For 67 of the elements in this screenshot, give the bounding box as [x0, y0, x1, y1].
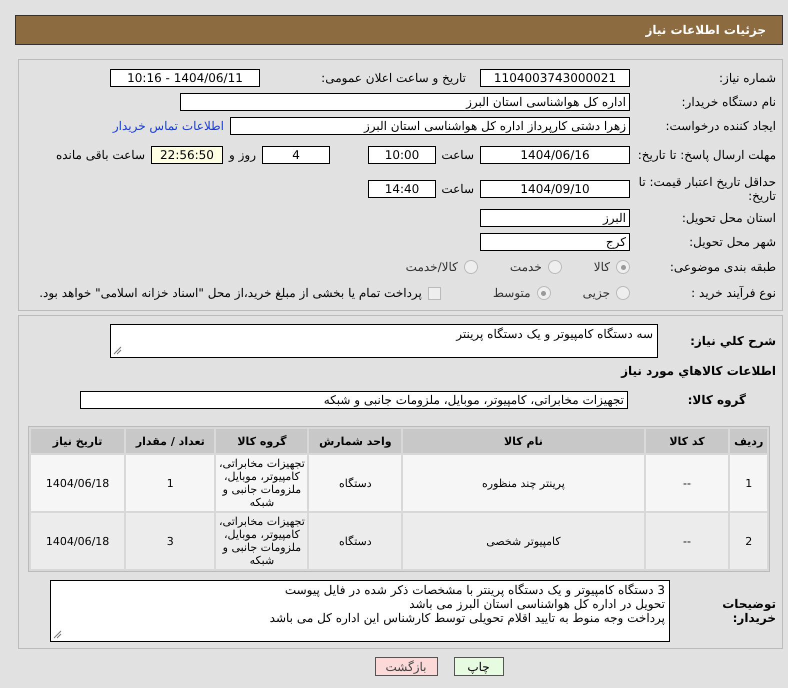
- column-header: کد کالا: [646, 429, 728, 453]
- table-cell: 1404/06/18: [31, 513, 124, 569]
- column-header: ردیف: [730, 429, 767, 453]
- need-number-field[interactable]: 1104003743000021: [480, 69, 630, 87]
- table-cell: 3: [126, 513, 214, 569]
- field-label: مهلت ارسال پاسخ: تا تاریخ:: [636, 148, 776, 162]
- creator-field[interactable]: زهرا دشتی کارپرداز اداره کل هواشناسی استان البرز: [230, 117, 630, 135]
- category-radio[interactable]: کالا/خدمت: [406, 260, 478, 274]
- days-field[interactable]: 4: [262, 146, 330, 164]
- table-cell: دستگاه: [309, 455, 402, 511]
- buyer-field[interactable]: اداره کل هواشناسی استان البرز: [180, 93, 630, 111]
- remaining-label: ساعت باقی مانده: [56, 148, 145, 162]
- field-label: ایجاد کننده درخواست:: [664, 119, 776, 133]
- field-label: شماره نیاز:: [718, 71, 776, 85]
- column-header: تعداد / مقدار: [126, 429, 214, 453]
- field-label: گروه کالا:: [686, 393, 747, 407]
- field-label: طبقه بندی موضوعی:: [668, 260, 776, 274]
- notes-textarea[interactable]: 3 دستگاه کامپیوتر و یک دستگاه پرینتر با مشخصات ذکر شده در فایل پیوست تحویل در اداره کل هواشناسی استان البرز می باشد پرداخت وجه منوط به تایید اقلام تحویلی توسط کارشناس این اداره کل می باشد: [50, 580, 670, 642]
- goods-group-field[interactable]: تجهیزات مخابراتی، کامپیوتر، موبایل، ملزومات جانبی و شبکه: [80, 391, 628, 409]
- time-label: ساعت: [442, 182, 474, 196]
- column-header: نام کالا: [403, 429, 644, 453]
- column-header: گروه کالا: [216, 429, 308, 453]
- category-radio[interactable]: کالا: [594, 260, 630, 274]
- process-radio[interactable]: جزیی: [582, 286, 630, 300]
- field-label: استان محل تحویل:: [680, 211, 776, 225]
- field-label: نام دستگاه خریدار:: [680, 95, 776, 109]
- location-field[interactable]: کرج: [480, 233, 630, 251]
- section-heading: اطلاعات کالاهاي مورد نیاز: [620, 364, 776, 378]
- field-label: نوع فرآیند خرید :: [690, 286, 776, 300]
- table-cell: --: [646, 513, 728, 569]
- category-radio[interactable]: خدمت: [510, 260, 562, 274]
- resize-grip-icon[interactable]: [113, 346, 122, 355]
- field-label: حداقل تاریخ اعتبار قیمت: تا تاریخ:: [638, 175, 776, 203]
- table-cell: 2: [730, 513, 767, 569]
- resize-grip-icon[interactable]: [53, 630, 62, 639]
- time-label: ساعت: [442, 148, 474, 162]
- table-cell: تجهیزات مخابراتی، کامپیوتر، موبایل، ملزومات جانبی و شبکه: [216, 455, 308, 511]
- field-label: شرح کلي نياز:: [689, 334, 776, 348]
- field-label: تاریخ و ساعت اعلان عمومی:: [320, 71, 467, 85]
- remaining-time-field: 22:56:50: [151, 146, 223, 164]
- table-cell: 1: [126, 455, 214, 511]
- table-cell: تجهیزات مخابراتی، کامپیوتر، موبایل، ملزومات جانبی و شبکه: [216, 513, 308, 569]
- summary-textarea[interactable]: سه دستگاه کامپیوتر و یک دستگاه پرینتر: [110, 324, 658, 358]
- contact-link[interactable]: اطلاعات تماس خریدار: [112, 119, 224, 133]
- deadline-date-field[interactable]: 1404/06/16: [480, 146, 630, 164]
- treasury-checkbox[interactable]: [428, 286, 441, 300]
- back-button[interactable]: بازگشت: [374, 657, 438, 676]
- location-field[interactable]: البرز: [480, 209, 630, 227]
- table-cell: 1: [730, 455, 767, 511]
- print-button[interactable]: چاپ: [454, 657, 504, 676]
- table-cell: دستگاه: [309, 513, 402, 569]
- field-label: شهر محل تحویل:: [688, 235, 776, 249]
- validity-date-field[interactable]: 1404/09/10: [480, 180, 630, 198]
- days-label: روز و: [229, 148, 256, 162]
- column-header: واحد شمارش: [309, 429, 402, 453]
- process-radio[interactable]: متوسط: [492, 286, 551, 300]
- table-cell: پرینتر چند منظوره: [403, 455, 644, 511]
- announce-date-field[interactable]: 1404/06/11 - 10:16: [110, 69, 260, 87]
- treasury-label: پرداخت تمام یا بخشی از مبلغ خرید،از محل "اسناد خزانه اسلامی" خواهد بود.: [39, 286, 422, 300]
- table-cell: 1404/06/18: [31, 455, 124, 511]
- table-cell: کامپیوتر شخصی: [403, 513, 644, 569]
- validity-time-field[interactable]: 14:40: [368, 180, 436, 198]
- deadline-time-field[interactable]: 10:00: [368, 146, 436, 164]
- field-label: توضیحات خریدار:: [721, 597, 776, 625]
- table-cell: --: [646, 455, 728, 511]
- page-header: جزئیات اطلاعات نیاز: [15, 15, 783, 45]
- column-header: تاریخ نیاز: [31, 429, 124, 453]
